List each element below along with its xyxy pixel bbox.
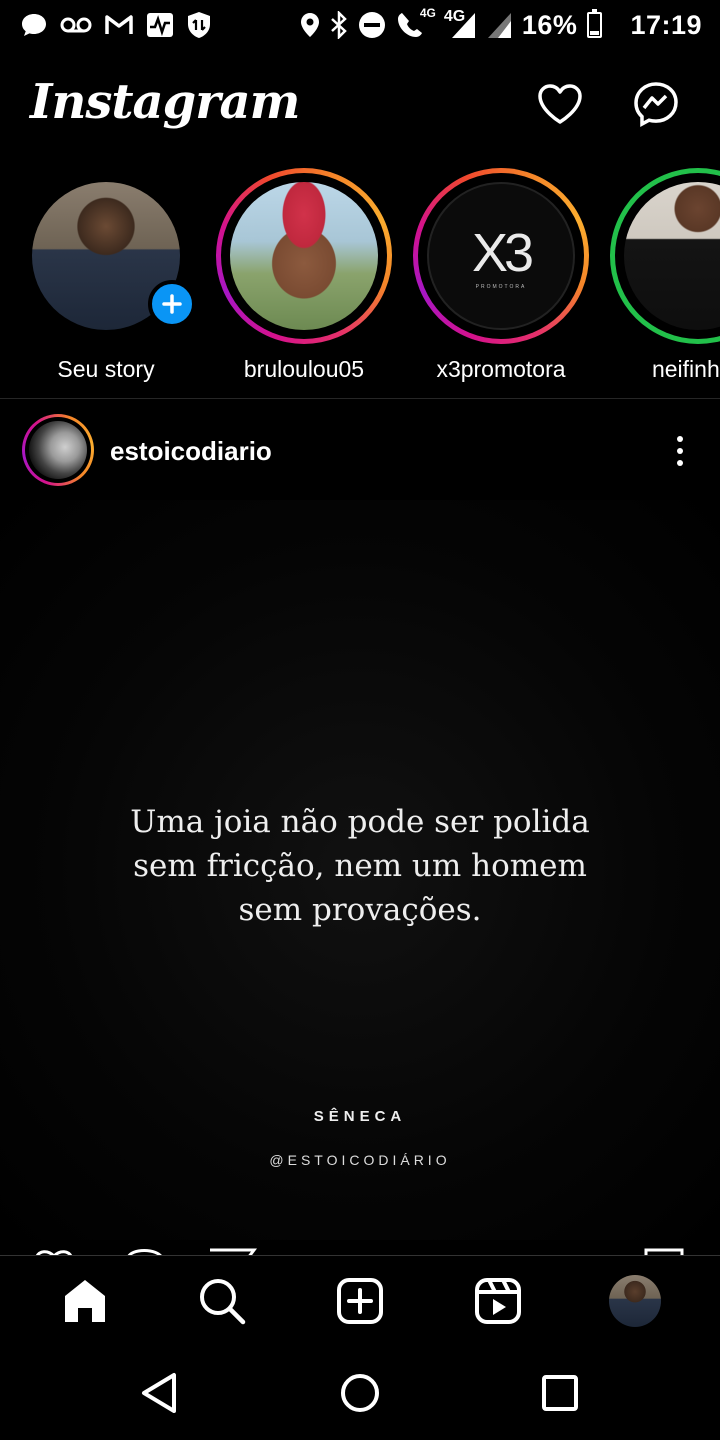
wifi-call-icon: 4G [396, 6, 436, 40]
gmail-icon [104, 10, 134, 40]
post-quote-author: SÊNECA [313, 1108, 407, 1125]
bluetooth-icon [330, 10, 348, 40]
avatar: X3 PROMOTORA [427, 182, 575, 330]
post-author-avatar[interactable] [22, 414, 94, 486]
battery-icon [587, 9, 603, 38]
x3-logo: X3 [471, 223, 534, 283]
story-label: x3promotora [436, 356, 566, 382]
x3-logo-sub: PROMOTORA [475, 284, 527, 290]
home-icon[interactable] [45, 1261, 125, 1341]
bottom-nav [0, 1255, 720, 1345]
messenger-icon[interactable] [630, 78, 682, 130]
stories-divider [0, 398, 720, 399]
instagram-logo[interactable]: Instagram [30, 74, 300, 130]
story-own[interactable]: Seu story [18, 168, 196, 383]
battery-percent: 16% [521, 9, 578, 40]
post-header: estoicodiario [0, 414, 720, 490]
location-icon [300, 10, 320, 40]
app-header: Instagram [0, 60, 720, 150]
profile-tab[interactable] [595, 1261, 675, 1341]
post-image[interactable]: Uma joia não pode ser polida sem fricção… [0, 500, 720, 1240]
story-label: Seu story [57, 356, 155, 382]
search-icon[interactable] [182, 1261, 262, 1341]
post-username[interactable]: estoicodiario [110, 436, 272, 467]
network-type-label: 4G [444, 8, 476, 40]
stories-tray: Seu story bruloulou05 X3 PROMOTORA x3pro… [0, 168, 720, 398]
story-x3promotora[interactable]: X3 PROMOTORA x3promotora [413, 168, 589, 383]
chat-icon [20, 10, 48, 40]
story-bruloulou05[interactable]: bruloulou05 [216, 168, 392, 383]
voicemail-icon [60, 10, 92, 40]
more-options-icon[interactable] [666, 430, 694, 472]
activity-icon [146, 10, 174, 40]
heart-icon[interactable] [534, 78, 586, 130]
avatar [230, 182, 378, 330]
add-story-button[interactable] [148, 280, 196, 328]
clock: 17:19 [630, 9, 702, 40]
system-navigation-bar [0, 1345, 720, 1440]
post-quote: Uma joia não pode ser polida sem fricção… [130, 804, 590, 928]
reels-icon[interactable] [458, 1261, 538, 1341]
avatar [29, 421, 87, 479]
story-neifinhos[interactable]: neifinhos [610, 168, 720, 383]
post-quote-handle: @ESTOICODIÁRIO [269, 1152, 451, 1168]
story-label: neifinhos [651, 356, 720, 382]
back-icon[interactable] [120, 1353, 200, 1433]
avatar [624, 182, 720, 330]
signal-icon [486, 10, 512, 40]
vpn-shield-icon [186, 10, 212, 40]
do-not-disturb-icon [358, 10, 386, 40]
status-bar: 4G 4G 16% 17:19 [0, 0, 720, 50]
create-post-icon[interactable] [320, 1261, 400, 1341]
home-circle-icon[interactable] [320, 1353, 400, 1433]
profile-avatar [609, 1274, 662, 1327]
story-label: bruloulou05 [243, 356, 365, 382]
recents-icon[interactable] [520, 1353, 600, 1433]
